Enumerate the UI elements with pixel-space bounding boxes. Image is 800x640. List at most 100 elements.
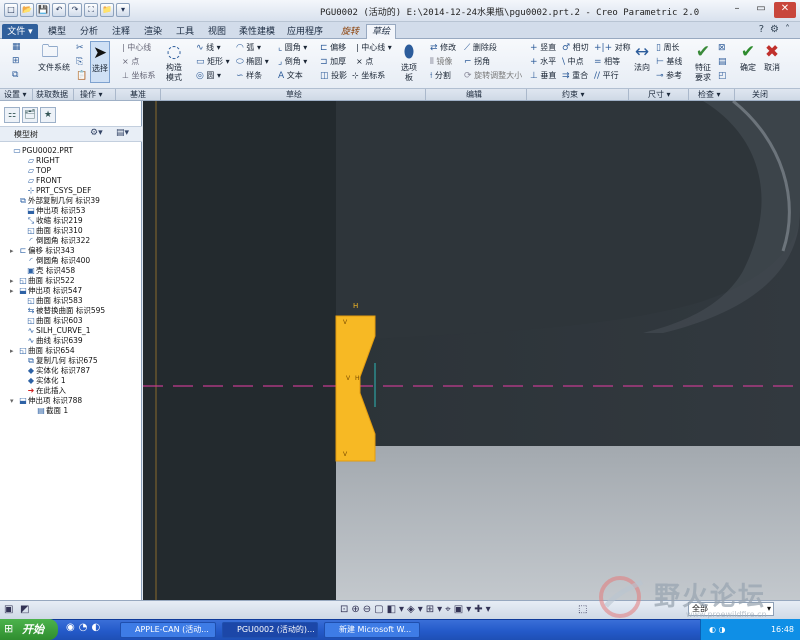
palette-button[interactable]: ⬮ 选项板 xyxy=(398,41,420,83)
tree-node[interactable]: ⧉ 复制几何 标识675 xyxy=(18,356,98,366)
new-file-icon[interactable]: □ xyxy=(4,3,18,17)
ellipse-button[interactable]: ⬭ 椭圆 ▾ xyxy=(236,57,269,67)
fillet-button[interactable]: ⌞ 圆角 ▾ xyxy=(278,43,307,53)
symmetric-constraint-button[interactable]: +|+ 对称 xyxy=(594,43,631,53)
expand-arrow-icon[interactable]: ▾ xyxy=(10,396,18,406)
expand-arrow-icon[interactable]: ▸ xyxy=(10,246,18,256)
thicken-button[interactable]: ⊐ 加厚 xyxy=(320,57,346,67)
spline-button[interactable]: ∽ 样条 xyxy=(236,71,262,81)
copy-icon[interactable]: ⎘ xyxy=(76,57,83,67)
construction-mode-button[interactable]: ◌ 构造模式 xyxy=(164,41,184,83)
tree-node[interactable]: ▸ ◱曲面 标识654 xyxy=(10,346,75,356)
sketch-setup-icon[interactable]: ⧉ xyxy=(12,70,18,80)
tree-show-icon[interactable]: ▤▾ xyxy=(116,128,129,138)
cut-icon[interactable]: ✂ xyxy=(76,43,84,53)
tree-node[interactable]: ▱ FRONT xyxy=(18,176,62,186)
open-file-icon[interactable]: 📂 xyxy=(20,3,34,17)
tab-annotate[interactable]: 注释 xyxy=(106,24,136,39)
customize-dropdown-icon[interactable]: ▾ xyxy=(116,3,130,17)
rotate-resize-button[interactable]: ⟳ 旋转调整大小 xyxy=(464,71,522,81)
tree-node[interactable]: ▣壳 标识458 xyxy=(18,266,75,276)
chamfer-button[interactable]: ⌟ 倒角 ▾ xyxy=(278,57,307,67)
tree-node[interactable]: ⤡ 收缩 标识219 xyxy=(18,216,83,226)
group-constrain[interactable]: 约束 ▾ xyxy=(562,90,585,100)
regenerate-icon[interactable]: ⛶ xyxy=(84,3,98,17)
save-icon[interactable]: 💾 xyxy=(36,3,50,17)
tab-file[interactable]: 文件 ▾ xyxy=(2,24,38,39)
grid-icon[interactable]: ▦ xyxy=(12,42,21,52)
group-setup[interactable]: 设置 ▾ xyxy=(4,90,27,100)
tab-view[interactable]: 视图 xyxy=(202,24,232,39)
tree-settings-icon[interactable]: ⚙▾ xyxy=(90,128,103,138)
group-dimension[interactable]: 尺寸 ▾ xyxy=(648,90,671,100)
settings-icon[interactable]: ⚙ xyxy=(770,24,779,35)
minimize-icon[interactable]: – xyxy=(726,2,748,18)
expand-arrow-icon[interactable]: ▸ xyxy=(10,276,18,286)
quick-launch-icons[interactable]: ◉◔◐ xyxy=(66,622,104,633)
show-browser-icon[interactable]: ◩ xyxy=(20,604,29,615)
baseline-button[interactable]: ⊢ 基线 xyxy=(656,57,682,67)
line-button[interactable]: ∿ 线 ▾ xyxy=(196,43,221,53)
sketch-centerline-button[interactable]: | 中心线 ▾ xyxy=(356,43,392,53)
tree-node[interactable]: ◱曲面 标识603 xyxy=(18,316,82,326)
tab-analysis[interactable]: 分析 xyxy=(74,24,104,39)
rectangle-button[interactable]: ▭ 矩形 ▾ xyxy=(196,57,230,67)
tab-revolve[interactable]: 旋转 xyxy=(336,24,364,39)
tab-render[interactable]: 渲染 xyxy=(138,24,168,39)
datum-point-button[interactable]: × 点 xyxy=(122,57,139,67)
tree-node[interactable]: ◱曲面 标识583 xyxy=(18,296,82,306)
tree-node[interactable]: ⇆ 被替换曲面 标识595 xyxy=(18,306,106,316)
redo-icon[interactable]: ↷ xyxy=(68,3,82,17)
tangent-constraint-button[interactable]: ♂ 相切 xyxy=(562,43,589,53)
help-icon[interactable]: ? xyxy=(759,24,764,35)
feature-requirements-button[interactable]: ✔ 特征要求 xyxy=(692,41,714,83)
expand-arrow-icon[interactable]: ▸ xyxy=(10,286,18,296)
tree-node[interactable]: ▤截面 1 xyxy=(28,406,68,416)
tree-node[interactable]: ▱ TOP xyxy=(18,166,51,176)
select-button[interactable]: ➤ 选择 xyxy=(90,41,110,83)
expand-arrow-icon[interactable]: ▸ xyxy=(10,346,18,356)
tree-node[interactable]: ▾ ⬓伸出项 标识788 xyxy=(10,396,82,406)
smart-select-icon[interactable]: ⬚ xyxy=(578,604,587,615)
graphics-viewport[interactable]: H V V H V xyxy=(143,101,800,600)
tab-tools[interactable]: 工具 xyxy=(170,24,200,39)
model-tree-tab-icon[interactable]: ⚏ xyxy=(4,107,20,123)
horizontal-constraint-button[interactable]: + 水平 xyxy=(530,57,556,67)
tree-node[interactable]: ▸ ◱曲面 标识522 xyxy=(10,276,75,286)
tree-node[interactable]: ◆ 实体化 标识787 xyxy=(18,366,90,376)
undo-icon[interactable]: ↶ xyxy=(52,3,66,17)
offset-button[interactable]: ⊏ 偏移 xyxy=(320,43,346,53)
tray-icons[interactable]: ◐ ◑ xyxy=(709,619,726,640)
graphics-toolbar[interactable]: ⊡⊕⊖▢◧▾◈▾⊞▾⌖▣▾✚▾ xyxy=(340,604,494,615)
tree-node[interactable]: ➜ 在此插入 xyxy=(18,386,66,396)
coincident-constraint-button[interactable]: ⇉ 重合 xyxy=(562,71,588,81)
corner-button[interactable]: ⌐ 拐角 xyxy=(464,57,490,67)
favorites-tab-icon[interactable]: ★ xyxy=(40,107,56,123)
text-button[interactable]: A 文本 xyxy=(278,71,303,81)
tab-applications[interactable]: 应用程序 xyxy=(283,24,327,39)
datum-coordsys-button[interactable]: ⊥ 坐标系 xyxy=(122,71,156,81)
windows-icon[interactable]: 📁 xyxy=(100,3,114,17)
selection-filter-dropdown[interactable]: 全部 ▾ xyxy=(688,602,774,616)
graphics-canvas[interactable] xyxy=(143,101,800,600)
tree-node[interactable]: ▸ ⊏ 偏移 标识343 xyxy=(10,246,75,256)
tree-node[interactable]: ∿ SILH_CURVE_1 xyxy=(18,326,91,336)
close-icon[interactable]: ✕ xyxy=(774,2,796,18)
group-operations[interactable]: 操作 ▾ xyxy=(80,90,103,100)
sketch-point-button[interactable]: × 点 xyxy=(356,57,373,67)
divide-button[interactable]: ⟊ 分割 xyxy=(430,71,451,81)
mirror-button[interactable]: ⫴ 镜像 xyxy=(430,57,452,67)
collapse-ribbon-icon[interactable]: ˄ xyxy=(785,24,790,35)
tree-node[interactable]: ◜ 倒圆角 标识400 xyxy=(18,256,90,266)
taskbar-item-pgu0002[interactable]: PGU0002 (活动的)... xyxy=(222,622,318,638)
reference-button[interactable]: ⊸ 参考 xyxy=(656,71,682,81)
tree-node[interactable]: ∿ 曲线 标识639 xyxy=(18,336,83,346)
open-ends-icon[interactable]: ◰ xyxy=(718,71,727,81)
tree-node[interactable]: ⧉ 外部复制几何 标识39 xyxy=(10,196,100,206)
tab-model[interactable]: 模型 xyxy=(42,24,72,39)
tree-node[interactable]: ⊹ PRT_CSYS_DEF xyxy=(18,186,92,196)
delete-segment-button[interactable]: ⟋ 删除段 xyxy=(464,43,497,53)
tree-node[interactable]: ▭PGU0002.PRT xyxy=(4,146,73,156)
taskbar-item-apple-can[interactable]: APPLE-CAN (活动... xyxy=(120,622,216,638)
tree-node[interactable]: ▸ ⬓伸出项 标识547 xyxy=(10,286,82,296)
